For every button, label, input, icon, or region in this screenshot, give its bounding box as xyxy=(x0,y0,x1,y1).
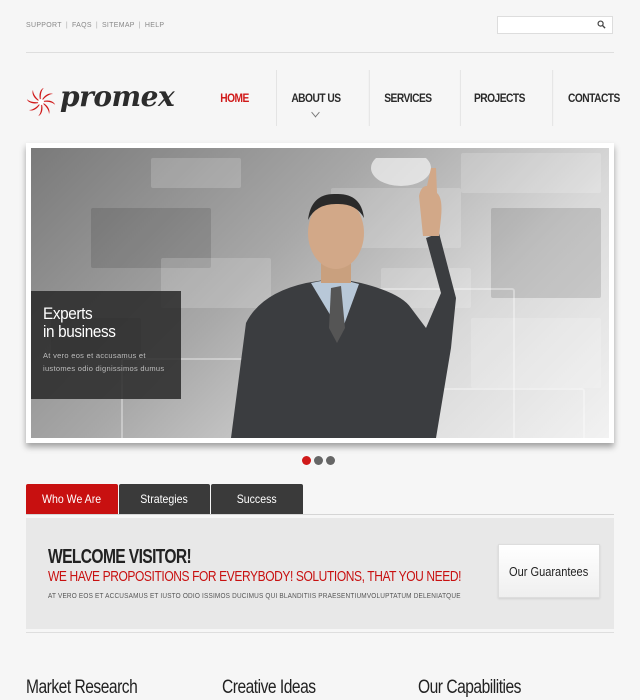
column-heading-our-capabilities: Our Capabilities xyxy=(418,677,521,698)
chevron-down-icon xyxy=(311,107,320,118)
logo-text: promex xyxy=(60,80,175,113)
slider-dot[interactable] xyxy=(314,456,323,465)
welcome-text: AT VERO EOS ET ACCUSAMUS ET IUSTO ODIO I… xyxy=(48,593,461,600)
tabs-divider xyxy=(26,514,614,515)
nav-about-us[interactable]: ABOUT US xyxy=(275,70,355,126)
main-nav: HOME ABOUT US SERVICES PROJECTS CONTACTS xyxy=(200,70,640,126)
search-box xyxy=(497,16,613,36)
logo[interactable]: promex xyxy=(26,80,175,126)
welcome-panel: WELCOME VISITOR! WE HAVE PROPOSITIONS FO… xyxy=(26,518,614,629)
logo-swirl-icon xyxy=(26,87,56,117)
column-heading-market-research: Market Research xyxy=(26,677,138,698)
our-guarantees-button[interactable]: Our Guarantees xyxy=(498,544,600,598)
tab-success[interactable]: Success xyxy=(211,484,303,514)
caption-text: At vero eos et accusamus et iustomes odi… xyxy=(43,351,165,373)
search-icon[interactable] xyxy=(597,20,606,29)
slide-image: Experts in business At vero eos et accus… xyxy=(31,148,609,438)
slider-dot[interactable] xyxy=(302,456,311,465)
faqs-link[interactable]: FAQS xyxy=(72,22,92,29)
nav-services[interactable]: SERVICES xyxy=(368,70,446,126)
nav-projects[interactable]: PROJECTS xyxy=(459,70,538,126)
caption-title: Experts in business xyxy=(43,304,116,341)
slide-caption: Experts in business At vero eos et accus… xyxy=(31,291,181,399)
slider-dot[interactable] xyxy=(326,456,335,465)
search-input[interactable] xyxy=(498,19,602,36)
utility-links: SUPPORT | FAQS | SITEMAP | HELP xyxy=(26,22,165,29)
tab-strategies[interactable]: Strategies xyxy=(119,484,210,514)
slider-pagination xyxy=(302,456,335,465)
feature-columns: Market Research Creative Ideas Our Capab… xyxy=(26,677,614,699)
section-divider xyxy=(26,632,614,633)
welcome-subheading: WE HAVE PROPOSITIONS FOR EVERYBODY! SOLU… xyxy=(48,568,462,585)
welcome-heading: WELCOME VISITOR! xyxy=(48,546,192,568)
nav-contacts[interactable]: CONTACTS xyxy=(552,70,634,126)
header-divider xyxy=(26,52,614,53)
page: SUPPORT | FAQS | SITEMAP | HELP promex H… xyxy=(0,0,640,700)
help-link[interactable]: HELP xyxy=(145,22,165,29)
column-heading-creative-ideas: Creative Ideas xyxy=(222,677,316,698)
nav-home[interactable]: HOME xyxy=(205,70,264,126)
tab-who-we-are[interactable]: Who We Are xyxy=(26,484,118,514)
businessman-photo xyxy=(231,158,456,438)
content-tabs: Who We Are Strategies Success xyxy=(26,484,303,514)
sitemap-link[interactable]: SITEMAP xyxy=(102,22,135,29)
hero-slider[interactable]: Experts in business At vero eos et accus… xyxy=(26,143,614,443)
support-link[interactable]: SUPPORT xyxy=(26,22,62,29)
